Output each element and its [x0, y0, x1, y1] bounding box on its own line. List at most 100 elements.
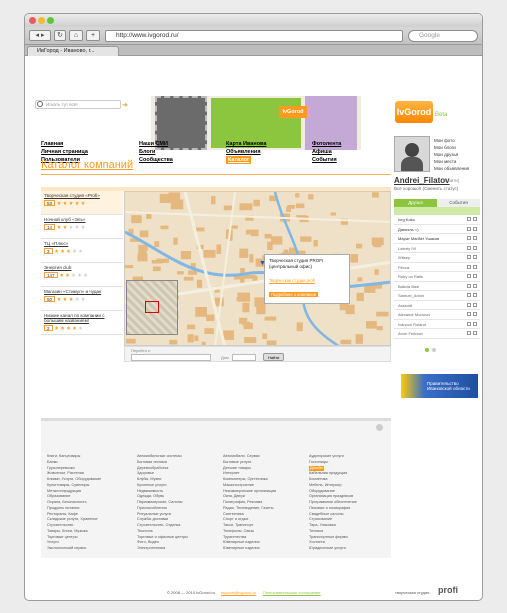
company-name[interactable]: Ночной клуб «Эль» [44, 217, 120, 222]
tab-events[interactable]: События [437, 199, 480, 207]
company-card[interactable]: Низкие канал по компании с большим назва… [41, 311, 123, 335]
star-icon[interactable] [75, 201, 80, 205]
company-card[interactable]: Ночной клуб «Эль» 14 [41, 215, 123, 239]
profile-icon[interactable] [467, 226, 471, 231]
star-icon[interactable] [59, 273, 64, 277]
profile-icon[interactable] [467, 245, 471, 250]
company-name[interactable]: Энергия club [44, 265, 120, 270]
address-bar[interactable]: http://www.ivgorod.ru/ [105, 30, 403, 42]
category-link[interactable]: Парикмахерские, Салоны [137, 500, 188, 506]
friend-name[interactable]: Alexandr Morozov [398, 312, 430, 317]
star-icon[interactable] [60, 326, 65, 330]
friend-name[interactable]: Assboltt [398, 303, 412, 308]
friend-name[interactable]: Ivrg Koko [398, 217, 415, 222]
street-input[interactable] [131, 354, 211, 361]
browser-tab[interactable]: ИвГород - Иваново, г... [27, 46, 119, 56]
zoom-icon[interactable] [47, 17, 54, 24]
star-icon[interactable] [78, 326, 83, 330]
star-icon[interactable] [57, 297, 62, 301]
profile-icon[interactable] [467, 255, 471, 259]
star-icon[interactable] [81, 201, 86, 205]
friend-name[interactable]: Марат Магбат Ушаков [398, 236, 439, 241]
nav-map[interactable]: Карта Иванова [226, 140, 266, 148]
star-icon[interactable] [60, 249, 65, 253]
message-icon[interactable] [473, 217, 477, 221]
search-go-icon[interactable]: ➜ [122, 101, 128, 109]
star-icon[interactable] [54, 326, 59, 330]
company-map[interactable]: Творческая студия PROFI (центральный офи… [124, 191, 391, 346]
friend-name[interactable]: Witsey [398, 255, 410, 260]
star-icon[interactable] [57, 225, 62, 229]
close-icon[interactable] [29, 17, 36, 24]
category-link[interactable]: Экологический сервис [47, 546, 101, 552]
site-search-input[interactable]: Искать тут всё! [35, 100, 121, 109]
user-name[interactable]: Andrei_Filatov [394, 176, 450, 185]
popup-link[interactable]: Творческая студия profi [269, 278, 345, 283]
studio-logo[interactable]: profi [438, 585, 458, 595]
star-icon[interactable] [69, 297, 74, 301]
profile-icon[interactable] [467, 274, 471, 278]
nav-blogs[interactable]: Блоги [139, 148, 173, 156]
star-icon[interactable] [63, 225, 68, 229]
friend-item[interactable]: Anon Fedorov [394, 329, 480, 339]
profile-icon[interactable] [467, 293, 471, 297]
user-menu-item[interactable]: Мои фото [434, 137, 469, 144]
friend-name[interactable]: Рёсса [398, 265, 409, 270]
star-icon[interactable] [72, 249, 77, 253]
nav-ads[interactable]: Объявления [226, 148, 266, 156]
tab-friends[interactable]: Друзья [394, 199, 437, 207]
user-menu-item[interactable]: Мои друзья [434, 151, 469, 158]
category-link[interactable]: Юридические услуги [309, 546, 357, 552]
star-icon[interactable] [81, 225, 86, 229]
star-icon[interactable] [75, 225, 80, 229]
company-card[interactable]: Энергия club 147 [41, 263, 123, 287]
category-link[interactable]: Радио, Телевидение, Газеты [223, 506, 276, 512]
star-icon[interactable] [72, 326, 77, 330]
back-forward-button[interactable]: ◂ ▸ [29, 30, 51, 41]
friend-item[interactable]: Witsey [394, 253, 480, 263]
company-name[interactable]: ТЦ «Плюс» [44, 241, 120, 246]
user-menu-item[interactable]: Мои объявления [434, 165, 469, 172]
browser-search-input[interactable]: Google [408, 30, 478, 42]
friend-name[interactable]: Ruby on Rails [398, 274, 423, 279]
star-icon[interactable] [57, 201, 62, 205]
message-icon[interactable] [473, 321, 477, 326]
friend-name[interactable]: Samuel_Anlon [398, 293, 424, 298]
friend-item[interactable]: Ivanovo Roland [394, 320, 480, 329]
nav-afisha[interactable]: Афиша [312, 148, 341, 156]
star-icon[interactable] [63, 297, 68, 301]
friend-item[interactable]: Ruby on Rails [394, 272, 480, 282]
pager-dot[interactable] [432, 348, 436, 352]
nav-home[interactable]: Главная [41, 140, 88, 148]
message-icon[interactable] [473, 255, 477, 259]
star-icon[interactable] [71, 273, 76, 277]
friend-item[interactable]: Laterty IVI [394, 244, 480, 253]
message-icon[interactable] [473, 312, 477, 316]
category-link[interactable]: Ювелирные изделия [223, 546, 276, 552]
minimap[interactable] [126, 280, 178, 335]
user-menu-item[interactable]: Мои блоги [434, 144, 469, 151]
star-icon[interactable] [63, 201, 68, 205]
reload-button[interactable]: ↻ [54, 30, 66, 41]
friend-name[interactable]: Babcia Basi [398, 284, 419, 289]
friend-item[interactable]: Ivrg Koko [394, 215, 480, 225]
friend-item[interactable]: Марат Магбат Ушаков [394, 234, 480, 244]
message-icon[interactable] [473, 226, 477, 231]
category-link[interactable]: Строительство, Отделка [137, 523, 188, 529]
nav-events[interactable]: События [312, 156, 341, 164]
company-card[interactable]: ТЦ «Плюс» 3 [41, 239, 123, 263]
popup-details-button[interactable]: Подробнее о компании [269, 292, 319, 297]
nav-personal[interactable]: Личная страница [41, 148, 88, 156]
friend-item[interactable]: Alexandr Morozov [394, 310, 480, 320]
profile-icon[interactable] [467, 312, 471, 316]
profile-icon[interactable] [467, 283, 471, 288]
message-icon[interactable] [473, 245, 477, 250]
agreement-link[interactable]: Пользовательское соглашение [263, 590, 321, 595]
minimize-icon[interactable] [38, 17, 45, 24]
user-menu-item[interactable]: Мои места [434, 158, 469, 165]
message-icon[interactable] [473, 293, 477, 297]
message-icon[interactable] [473, 236, 477, 240]
profile-icon[interactable] [467, 321, 471, 326]
map-pin-icon[interactable]: ▼ [259, 260, 266, 267]
friend-item[interactable]: Babcia Basi [394, 282, 480, 291]
